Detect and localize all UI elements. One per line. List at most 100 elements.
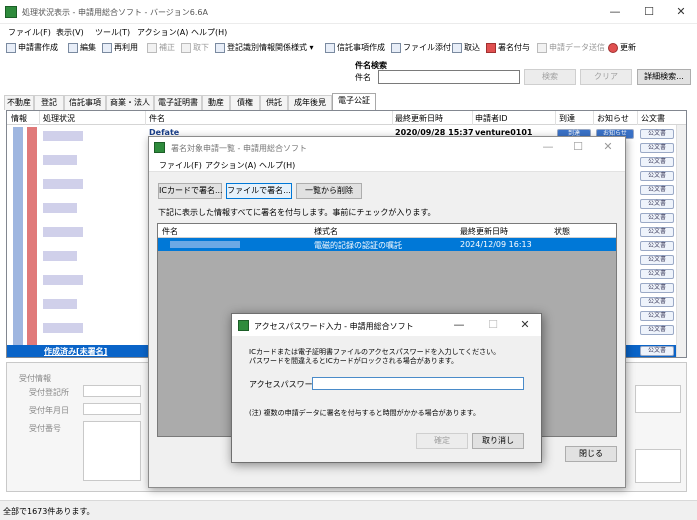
cancel-button[interactable]: 取り消し	[472, 433, 524, 449]
document-button[interactable]: 公文書	[640, 346, 674, 356]
document-button[interactable]: 公文書	[640, 241, 674, 251]
menu-action[interactable]: アクション(A)	[137, 27, 188, 38]
sd-col-state[interactable]: 状態	[554, 226, 570, 237]
add-signature-button[interactable]: 署名付与	[486, 42, 530, 53]
sd-row-form: 電磁的記録の認証の嘱託	[314, 241, 402, 250]
signature-dialog-close[interactable]: ✕	[593, 138, 623, 156]
record-count: 全部で1673件あります。	[3, 507, 95, 516]
refresh-button[interactable]: 更新	[608, 42, 636, 53]
sd-menu-help[interactable]: ヘルプ(H)	[259, 160, 295, 171]
col-notice[interactable]: お知らせ	[597, 113, 629, 124]
menu-help[interactable]: ヘルプ(H)	[191, 27, 227, 38]
attach-icon	[391, 42, 401, 53]
subject-search-input[interactable]	[378, 70, 520, 84]
document-button[interactable]: 公文書	[640, 129, 674, 139]
amend-button[interactable]: 補正	[147, 42, 175, 53]
withdraw-button[interactable]: 取下	[181, 42, 209, 53]
list-scrollbar[interactable]	[676, 125, 686, 357]
col-updated[interactable]: 最終更新日時	[395, 113, 443, 124]
menu-view[interactable]: 表示(V)	[56, 27, 84, 38]
app-icon	[5, 6, 17, 18]
reception-office-label: 受付登記所	[29, 388, 69, 397]
signature-dialog-minimize[interactable]: —	[533, 138, 563, 156]
refresh-icon	[608, 42, 618, 53]
document-button[interactable]: 公文書	[640, 283, 674, 293]
sd-menu-file[interactable]: ファイル(F)	[159, 160, 202, 171]
attach-file-button[interactable]: ファイル添付	[391, 42, 451, 53]
col-document[interactable]: 公文書	[641, 113, 665, 124]
sd-row-updated: 2024/12/09 16:13	[460, 240, 532, 249]
search-button[interactable]: 検索	[524, 69, 576, 85]
side-field-bottom	[635, 449, 681, 483]
menu-bar: ファイル(F) 表示(V) ツール(T) アクション(A) ヘルプ(H)	[0, 24, 697, 40]
password-dialog-close[interactable]: ✕	[510, 316, 540, 334]
sd-menu-action[interactable]: アクション(A)	[205, 160, 256, 171]
side-field-top	[635, 385, 681, 413]
tab-guardianship[interactable]: 成年後見	[288, 95, 332, 110]
reception-date-label: 受付年月日	[29, 406, 69, 415]
document-button[interactable]: 公文書	[640, 213, 674, 223]
close-button[interactable]: ✕	[666, 3, 696, 21]
subject-label: 件名	[355, 73, 371, 82]
reception-section-label: 受付情報	[19, 374, 51, 383]
password-dialog-maximize[interactable]: ☐	[478, 316, 508, 334]
document-button[interactable]: 公文書	[640, 143, 674, 153]
col-status[interactable]: 処理状況	[43, 113, 75, 124]
access-password-input[interactable]	[312, 377, 524, 390]
document-button[interactable]: 公文書	[640, 199, 674, 209]
col-arrival[interactable]: 到達	[559, 113, 575, 124]
clear-button[interactable]: クリア	[580, 69, 632, 85]
close-dialog-button[interactable]: 閉じる	[565, 446, 617, 462]
maximize-button[interactable]: ☐	[634, 3, 664, 21]
confirm-button[interactable]: 確定	[416, 433, 468, 449]
signature-dialog-titlebar: 署名対象申請一覧 - 申請用総合ソフト — ☐ ✕	[149, 137, 625, 157]
signature-list-row[interactable]: 電磁的記録の認証の嘱託 2024/12/09 16:13	[158, 238, 616, 251]
sign-with-ic-card-button[interactable]: ICカードで署名...	[158, 183, 223, 199]
menu-file[interactable]: ファイル(F)	[8, 27, 51, 38]
tab-notary[interactable]: 電子公証	[332, 93, 376, 110]
import-button[interactable]: 取込	[452, 42, 480, 53]
sd-col-updated[interactable]: 最終更新日時	[460, 226, 508, 237]
trust-matters-button[interactable]: 信託事項作成	[325, 42, 385, 53]
document-button[interactable]: 公文書	[640, 297, 674, 307]
document-button[interactable]: 公文書	[640, 185, 674, 195]
registration-id-forms-button[interactable]: 登記識別情報関係様式 ▾	[215, 42, 314, 53]
document-button[interactable]: 公文書	[640, 255, 674, 265]
send-data-button[interactable]: 申請データ送信	[537, 42, 605, 53]
signature-dialog-menu: ファイル(F) アクション(A) ヘルプ(H)	[149, 157, 625, 172]
tab-certificate[interactable]: 電子証明書	[154, 95, 202, 110]
tab-registration[interactable]: 登記	[34, 95, 64, 110]
signature-list-header: 件名 様式名 最終更新日時 状態	[158, 224, 616, 238]
sign-with-file-button[interactable]: ファイルで署名...	[226, 183, 292, 199]
tab-deposit[interactable]: 供託	[260, 95, 288, 110]
minimize-button[interactable]: —	[600, 3, 630, 21]
document-button[interactable]: 公文書	[640, 227, 674, 237]
signature-instruction: 下記に表示した情報すべてに署名を付与します。事前にチェックが入ります。	[158, 208, 436, 217]
sd-col-form[interactable]: 様式名	[314, 226, 338, 237]
detail-search-button[interactable]: 詳細検索...	[637, 69, 691, 85]
password-dialog-minimize[interactable]: —	[444, 316, 474, 334]
document-button[interactable]: 公文書	[640, 171, 674, 181]
signature-dialog-maximize[interactable]: ☐	[563, 138, 593, 156]
amend-icon	[147, 42, 157, 53]
document-button[interactable]: 公文書	[640, 157, 674, 167]
password-message-2: パスワードを間違えるとICカードがロックされる場合があります。	[249, 357, 459, 365]
col-info[interactable]: 情報	[11, 113, 27, 124]
tab-commercial[interactable]: 商業・法人	[106, 95, 154, 110]
tab-trust[interactable]: 信託事項	[64, 95, 106, 110]
reception-office-field	[83, 385, 141, 397]
remove-from-list-button[interactable]: 一覧から削除	[296, 183, 362, 199]
document-button[interactable]: 公文書	[640, 325, 674, 335]
col-subject[interactable]: 件名	[149, 113, 165, 124]
sd-col-subject[interactable]: 件名	[162, 226, 178, 237]
tab-claims[interactable]: 債権	[230, 95, 260, 110]
document-button[interactable]: 公文書	[640, 311, 674, 321]
edit-button[interactable]: 編集	[68, 42, 96, 53]
document-button[interactable]: 公文書	[640, 269, 674, 279]
tab-movables[interactable]: 動産	[202, 95, 230, 110]
new-application-button[interactable]: 申請書作成	[6, 42, 58, 53]
col-applicant[interactable]: 申請者ID	[475, 113, 508, 124]
reuse-button[interactable]: 再利用	[102, 42, 138, 53]
menu-tools[interactable]: ツール(T)	[95, 27, 130, 38]
tab-real-estate[interactable]: 不動産	[4, 95, 34, 110]
